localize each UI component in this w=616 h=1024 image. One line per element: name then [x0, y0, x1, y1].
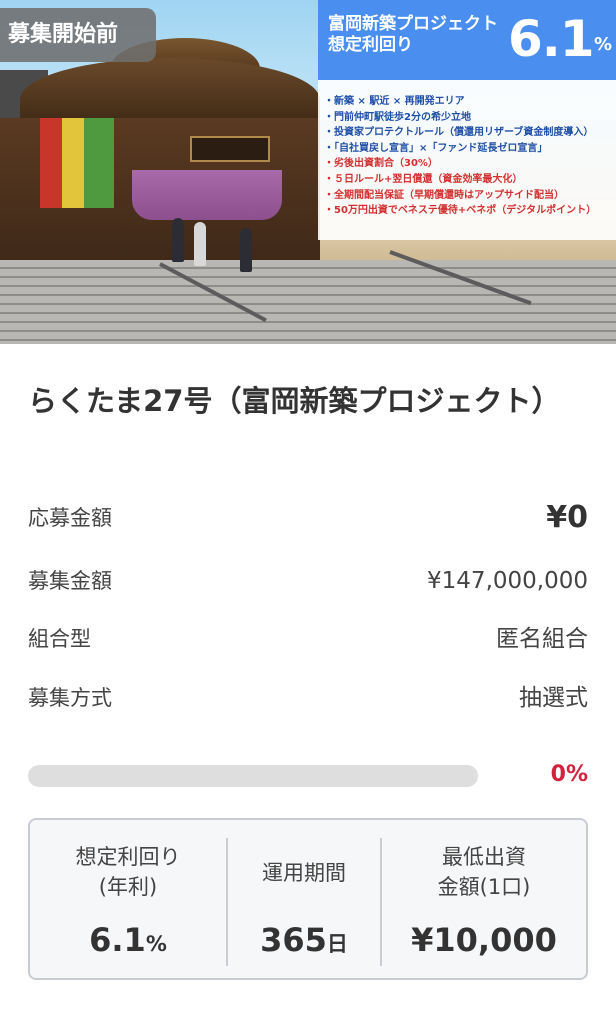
period-value: 365日 — [228, 918, 380, 966]
visitor — [240, 228, 252, 272]
yield-unit: % — [145, 932, 167, 956]
temple-plaque — [190, 136, 270, 162]
info-label: 募集方式 — [28, 686, 112, 710]
yield-overlay: 富岡新築プロジェクト 想定利回り 6.1 % — [318, 0, 616, 80]
funding-progress-percent: 0% — [550, 762, 588, 787]
overlay-yield-label: 想定利回り — [328, 35, 413, 55]
info-label: 募集金額 — [28, 569, 112, 593]
overlay-label: 富岡新築プロジェクト 想定利回り — [328, 14, 506, 56]
applied-amount-value: ¥0 — [546, 500, 588, 535]
info-label: 応募金額 — [28, 506, 112, 530]
temple-curtain — [132, 170, 282, 220]
feature-item: ・５日ルール+翌日償還（資金効率最大化） — [324, 173, 523, 185]
feature-item: ・「自社買戻し宣言」×「ファンド延長ゼロ宣言」 — [324, 142, 548, 154]
feature-item: ・門前仲町駅徒歩2分の希少立地 — [324, 111, 471, 123]
partnership-type-value: 匿名組合 — [496, 626, 588, 652]
feature-list: ・新築 × 駅近 × 再開発エリア ・門前仲町駅徒歩2分の希少立地 ・投資家プロ… — [318, 80, 616, 240]
info-row-applied-amount: 応募金額 ¥0 — [28, 498, 588, 538]
summary-yield: 想定利回り (年利) 6.1% — [30, 820, 226, 978]
info-row-partnership-type: 組合型 匿名組合 — [28, 619, 588, 659]
overlay-rate-unit: % — [594, 34, 613, 55]
feature-item: ・全期間配当保証（早期償還時はアップサイド配当） — [324, 189, 564, 201]
period-label: 運用期間 — [262, 861, 346, 885]
yield-label: 想定利回り — [75, 845, 181, 869]
feature-item: ・劣後出資割合（30%） — [324, 158, 438, 170]
min-investment-value: ¥10,000 — [411, 921, 557, 959]
info-row-target-amount: 募集金額 ¥147,000,000 — [28, 561, 588, 601]
banner-green — [84, 118, 114, 208]
project-hero-image[interactable]: 募集開始前 富岡新築プロジェクト 想定利回り 6.1 % ・新築 × 駅近 × … — [0, 0, 616, 344]
fund-summary-box: 想定利回り (年利) 6.1% 運用期間 365日 最低出資 金額(1口) ¥1… — [28, 818, 588, 980]
info-label: 組合型 — [28, 627, 91, 651]
yield-value: 6.1% — [30, 918, 226, 966]
period-number: 365 — [260, 921, 327, 959]
overlay-rate-value: 6.1 — [508, 10, 595, 68]
period-unit: 日 — [326, 932, 348, 956]
yield-number: 6.1 — [89, 921, 146, 959]
status-badge: 募集開始前 — [0, 8, 156, 62]
overlay-project-name: 富岡新築プロジェクト — [328, 14, 498, 34]
target-amount-value: ¥147,000,000 — [427, 568, 588, 594]
summary-min-investment: 最低出資 金額(1口) ¥10,000 — [382, 820, 586, 978]
visitor — [194, 222, 206, 266]
min-investment-label-sub: 金額(1口) — [437, 875, 531, 899]
yield-label-sub: (年利) — [98, 875, 158, 899]
min-investment-label: 最低出資 — [442, 845, 526, 869]
fund-title[interactable]: らくたま27号（富岡新築プロジェクト） — [28, 376, 598, 426]
info-row-offering-method: 募集方式 抽選式 — [28, 678, 588, 718]
feature-item: ・投資家プロテクトルール（償還用リザーブ資金制度導入） — [324, 127, 594, 139]
funding-progress-bar — [28, 765, 478, 787]
summary-period: 運用期間 365日 — [228, 820, 380, 978]
offering-method-value: 抽選式 — [519, 685, 588, 711]
feature-item: ・50万円出資でベネステ優待+ベネポ（デジタルポイント） — [324, 205, 597, 217]
visitor — [172, 218, 184, 262]
feature-item: ・新築 × 駅近 × 再開発エリア — [324, 96, 465, 107]
